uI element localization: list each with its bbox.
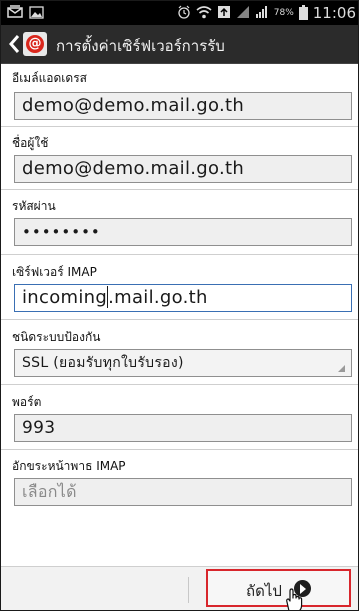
button-divider: [188, 577, 189, 603]
action-bar: การตั้งค่าเซิร์ฟเวอร์การรับ: [1, 25, 358, 64]
screen: 78% 11:06 การตั้งค่าเซิร์ฟเวอร์การรับ อี…: [0, 0, 359, 611]
chevron-left-icon[interactable]: [7, 33, 21, 55]
status-left-icons: [7, 4, 44, 22]
clock: 11:06: [312, 4, 356, 22]
imap-server-label: เซิร์ฟเวอร์ IMAP: [12, 265, 97, 279]
email-label: อีเมล์แอดเดรส: [12, 71, 87, 85]
next-button[interactable]: ถัดไป: [206, 569, 351, 610]
email-section: อีเมล์แอดเดรส demo@demo.mail.go.th: [1, 64, 358, 127]
battery-percent: 78%: [273, 8, 294, 18]
imap-server-value-start: incoming: [22, 287, 108, 308]
pointer-hand-icon: [286, 588, 303, 610]
port-field[interactable]: 993: [14, 414, 352, 442]
password-label: รหัสผ่าน: [12, 199, 56, 213]
page-title: การตั้งค่าเซิร์ฟเวอร์การรับ: [56, 37, 225, 55]
port-section: พอร์ต 993: [1, 385, 358, 450]
mail-icon: [7, 4, 23, 23]
signal-icon: [255, 4, 269, 23]
password-section: รหัสผ่าน ••••••••: [1, 190, 358, 255]
wifi-icon: [196, 4, 212, 23]
email-field[interactable]: demo@demo.mail.go.th: [14, 92, 352, 120]
imap-server-value-end: .mail.go.th: [108, 287, 208, 308]
back-button[interactable]: [7, 33, 21, 55]
image-icon: [29, 4, 44, 23]
email-app-icon: [23, 32, 47, 56]
security-label: ชนิดระบบป้องกัน: [12, 330, 101, 344]
imap-server-field[interactable]: incoming.mail.go.th: [14, 284, 352, 312]
dropdown-indicator-icon: [338, 365, 345, 372]
username-label: ชื่อผู้ใช้: [12, 136, 49, 150]
server-settings-form: อีเมล์แอดเดรส demo@demo.mail.go.th ชื่อผ…: [1, 64, 358, 512]
next-button-label: ถัดไป: [246, 582, 282, 600]
status-right-icons: 78% 11:06: [177, 4, 356, 22]
status-bar: 78% 11:06: [1, 1, 358, 25]
port-label: พอร์ต: [12, 395, 42, 409]
data-icon: [236, 4, 250, 23]
imap-prefix-field[interactable]: เลือกได้: [14, 478, 352, 506]
username-section: ชื่อผู้ใช้ demo@demo.mail.go.th: [1, 127, 358, 190]
username-field[interactable]: demo@demo.mail.go.th: [14, 155, 352, 183]
sync-icon: [217, 4, 231, 23]
alarm-icon: [177, 4, 191, 23]
security-select[interactable]: SSL (ยอมรับทุกใบรับรอง): [14, 349, 352, 377]
password-field[interactable]: ••••••••: [14, 218, 352, 246]
imap-server-section: เซิร์ฟเวอร์ IMAP incoming.mail.go.th: [1, 255, 358, 320]
security-section: ชนิดระบบป้องกัน SSL (ยอมรับทุกใบรับรอง): [1, 320, 358, 385]
bottom-bar: ถัดไป: [1, 566, 358, 610]
security-selected-value: SSL (ยอมรับทุกใบรับรอง): [22, 355, 184, 371]
battery-icon: [298, 4, 308, 20]
imap-prefix-section: อักขระหน้าพาธ IMAP เลือกได้: [1, 450, 358, 512]
imap-prefix-label: อักขระหน้าพาธ IMAP: [12, 459, 126, 473]
